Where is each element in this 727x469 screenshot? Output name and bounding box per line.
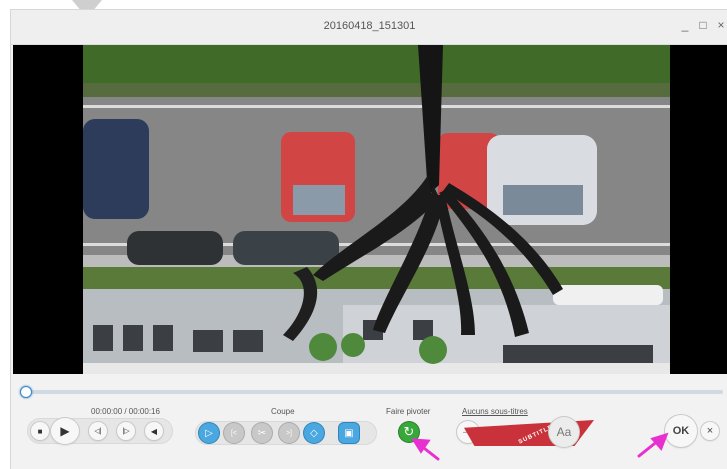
cut-select-button[interactable]: ▷ [199,423,219,443]
next-frame-button[interactable]: |▷ [117,422,135,440]
cut-start-button[interactable]: [< [224,423,244,443]
control-panel: 00:00:00 / 00:00:16 ■ ▶ ◁| |▷ ◀ Coupe ▷ … [11,374,727,469]
stop-button[interactable]: ■ [31,422,49,440]
cut-section-label: Coupe [271,407,295,416]
volume-button[interactable]: ◀ [145,422,163,440]
ok-button[interactable]: OK [665,415,697,447]
maximize-button[interactable]: □ [696,18,710,32]
time-display: 00:00:00 / 00:00:16 [91,407,160,416]
cut-erase-button[interactable]: ◇ [304,423,324,443]
rotate-button[interactable]: ↻ [399,422,419,442]
window-title: 20160418_151301 [323,20,416,32]
next-frame-icon: |▷ [122,428,130,435]
mark-end-icon: >] [285,429,293,437]
volume-icon: ◀ [150,426,158,436]
previous-frame-button[interactable]: ◁| [89,422,107,440]
video-frame[interactable] [83,45,670,374]
mark-start-icon: [< [230,429,238,437]
play-button[interactable]: ▶ [51,418,79,444]
subtitles-dropdown[interactable]: Aucuns sous-titres [462,407,528,416]
close-window-button[interactable]: × [714,18,727,32]
video-frame-image [83,45,670,374]
cut-end-button[interactable]: >] [279,423,299,443]
title-bar: 20160418_151301 _ □ × [11,10,727,45]
stop-icon: ■ [37,426,43,436]
select-icon: ▷ [205,427,213,439]
preview-icon: ▣ [344,427,354,439]
subtitle-font-button[interactable]: Aa [549,417,579,447]
close-editor-button[interactable]: × [701,422,719,440]
eraser-icon: ◇ [310,427,318,439]
previous-frame-icon: ◁| [94,428,102,435]
rotate-section-label: Faire pivoter [386,407,431,416]
rotate-icon: ↻ [403,424,415,439]
minimize-button[interactable]: _ [678,18,692,32]
seek-knob[interactable] [20,386,32,398]
font-icon: Aa [556,425,572,439]
close-icon: × [706,425,714,437]
scissors-icon: ✂ [257,427,267,439]
preview-button[interactable]: ▣ [339,423,359,443]
video-area [13,45,727,374]
window-controls: _ □ × [678,18,727,32]
seek-bar[interactable] [20,386,723,398]
ok-label: OK [672,425,690,437]
play-icon: ▶ [60,424,70,438]
video-editor-window: 20160418_151301 _ □ × 00:00:00 / 00:00:1… [10,9,727,469]
cut-scissors-button[interactable]: ✂ [252,423,272,443]
